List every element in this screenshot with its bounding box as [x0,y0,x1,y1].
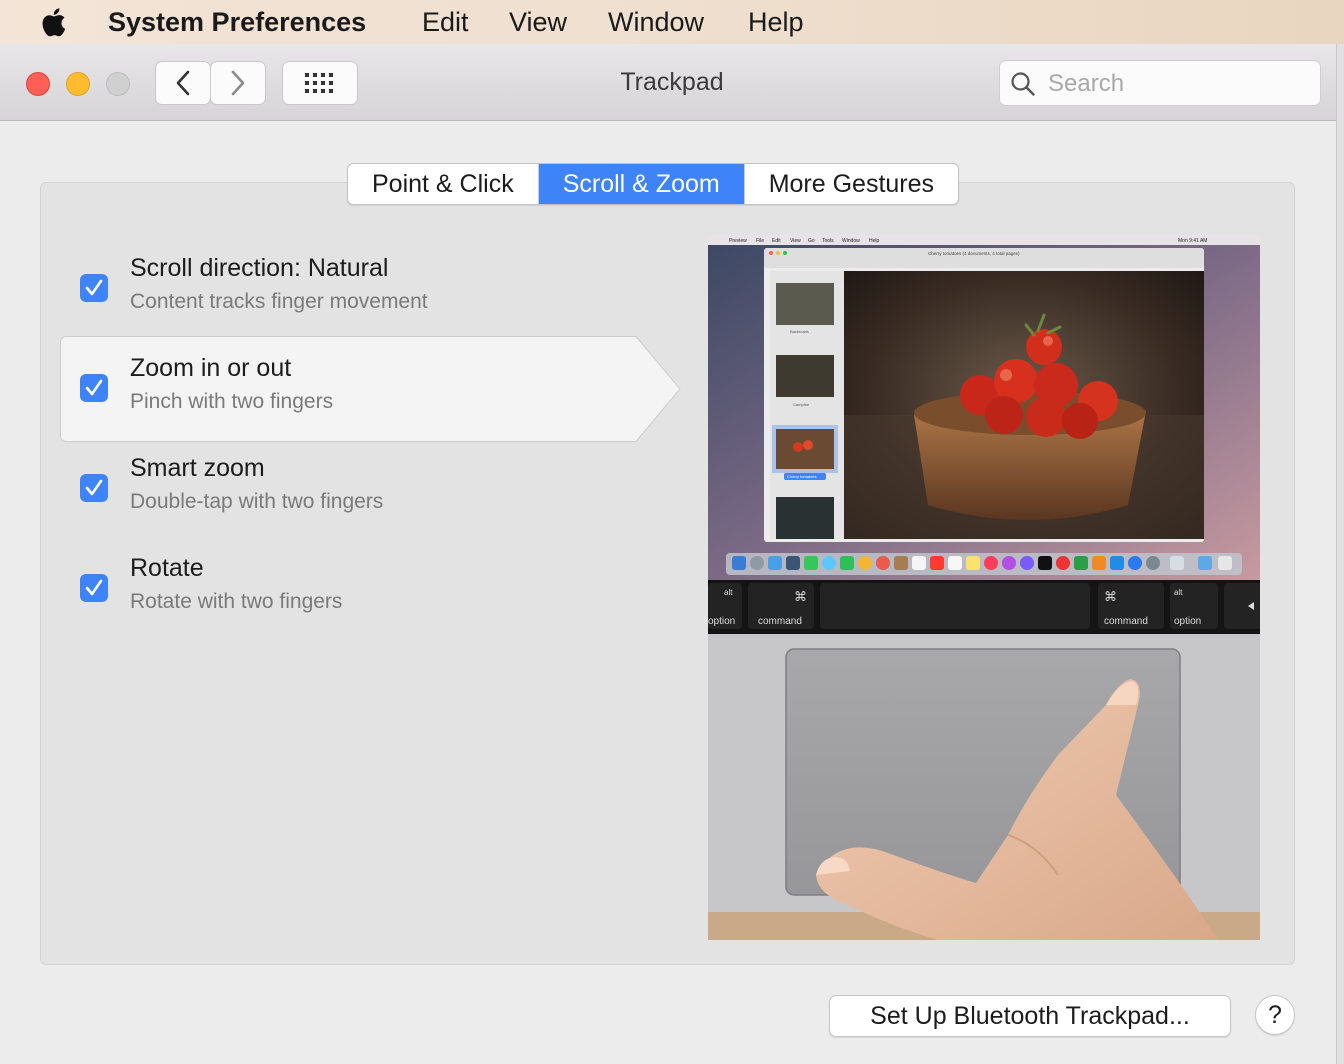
preview-menu-go: Go [808,238,815,244]
scroll-direction-checkbox[interactable] [80,274,108,302]
key-bottom-label: command [1104,616,1148,627]
key-top-label: ⌘ [794,590,807,605]
preview-menu-edit: Edit [772,238,781,244]
preview-illustration: Preview File Edit View Go Tools Window H… [708,235,1260,940]
preview-doc-title: Cherry tomatoes (4 documents, 4 total pa… [928,251,1020,256]
option-title: Zoom in or out [130,354,292,382]
preview-menu-window: Window [842,238,860,244]
option-title: Scroll direction: Natural [130,254,389,282]
search-input[interactable] [1046,67,1310,101]
preview-menu-view: View [790,238,801,244]
zoom-checkbox[interactable] [80,374,108,402]
tab-more-gestures[interactable]: More Gestures [745,164,958,204]
title-bar: Trackpad [0,44,1344,121]
menu-edit[interactable]: Edit [422,6,469,38]
preview-menu-tools: Tools [822,238,834,244]
key-top-label: alt [724,588,733,597]
gesture-preview-video: Preview File Edit View Go Tools Window H… [708,235,1260,940]
option-title: Smart zoom [130,454,265,482]
search-field[interactable] [999,60,1321,106]
tab-bar: Point & Click Scroll & Zoom More Gesture… [347,163,960,205]
help-button[interactable]: ? [1255,995,1295,1035]
preview-menu-help: Help [869,238,880,244]
search-icon [1011,72,1035,96]
option-scroll-direction[interactable]: Scroll direction: Natural Content tracks… [60,236,635,340]
option-subtitle: Pinch with two fingers [130,390,334,413]
preview-menu-app: Preview [729,238,747,244]
checkmark-icon [85,579,103,596]
menu-view[interactable]: View [509,6,567,38]
option-zoom[interactable]: Zoom in or out Pinch with two fingers [60,336,635,442]
checkmark-icon [85,279,103,296]
preferences-window: Trackpad Point & Click Scroll & Zoom Mor… [0,44,1344,1064]
thumbnail-label: Cherry tomatoes [787,474,817,479]
key-top-label: alt [1174,588,1183,597]
option-subtitle: Double-tap with two fingers [130,490,384,513]
set-up-bluetooth-trackpad-button[interactable]: Set Up Bluetooth Trackpad... [829,995,1231,1037]
option-subtitle: Content tracks finger movement [130,290,428,313]
key-bottom-label: command [758,616,802,627]
smart-zoom-checkbox[interactable] [80,474,108,502]
menu-help[interactable]: Help [748,6,804,38]
preview-menu-file: File [756,238,764,244]
menu-window[interactable]: Window [608,6,704,38]
selection-arrow [634,336,681,442]
checkmark-icon [85,379,103,396]
key-bottom-label: option [1174,616,1201,627]
menu-app-name[interactable]: System Preferences [108,6,366,38]
tab-point-and-click[interactable]: Point & Click [348,164,539,204]
option-rotate[interactable]: Rotate Rotate with two fingers [60,536,635,640]
apple-logo-icon[interactable] [40,6,70,38]
thumbnail-label: Backroads [790,329,809,334]
tab-scroll-and-zoom[interactable]: Scroll & Zoom [538,164,745,204]
background-window-edge [1336,44,1344,1064]
checkmark-icon [85,479,103,496]
option-smart-zoom[interactable]: Smart zoom Double-tap with two fingers [60,436,635,540]
option-subtitle: Rotate with two fingers [130,590,343,613]
key-top-label: ⌘ [1104,590,1117,605]
option-title: Rotate [130,554,204,582]
rotate-checkbox[interactable] [80,574,108,602]
thumbnail-label: Campfire [793,402,810,407]
key-bottom-label: option [708,616,735,627]
menu-bar: System Preferences Edit View Window Help [0,0,1344,44]
preview-clock: Mon 9:41 AM [1178,238,1207,244]
